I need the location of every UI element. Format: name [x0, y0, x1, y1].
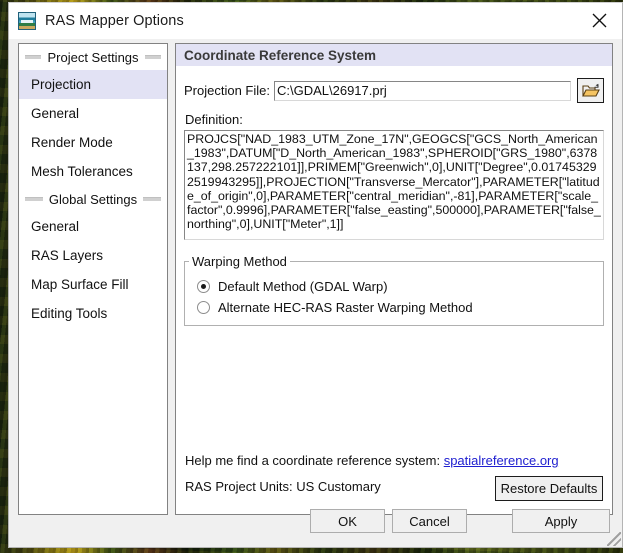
sidebar-item-label: General — [31, 219, 80, 234]
sidebar-item-label: Projection — [31, 77, 92, 92]
rule-right — [143, 197, 162, 201]
window-title: RAS Mapper Options — [45, 13, 184, 29]
definition-text[interactable]: PROJCS["NAD_1983_UTM_Zone_17N",GEOGCS["G… — [184, 130, 604, 240]
restore-defaults-button[interactable]: Restore Defaults — [495, 476, 603, 501]
title-bar: RAS Mapper Options — [9, 3, 622, 39]
sidebar-item-render-mode[interactable]: Render Mode — [19, 128, 167, 157]
sidebar-item-label: Render Mode — [31, 135, 113, 150]
rule-left — [25, 55, 42, 59]
sidebar-item-mesh-tolerances[interactable]: Mesh Tolerances — [19, 157, 167, 186]
rule-left — [25, 197, 43, 201]
sidebar-item-editing-tools[interactable]: Editing Tools — [19, 299, 167, 328]
sidebar-item-label: RAS Layers — [31, 248, 104, 263]
help-row: Help me find a coordinate reference syst… — [185, 453, 559, 468]
settings-nav-list[interactable]: Project Settings Projection General Rend… — [18, 43, 168, 515]
rule-right — [144, 55, 162, 59]
radio-default-method[interactable]: Default Method (GDAL Warp) — [197, 279, 603, 294]
coordinate-reference-system-panel: Coordinate Reference System Projection F… — [175, 43, 613, 515]
ras-mapper-options-dialog: RAS Mapper Options Project Settings Proj… — [8, 2, 623, 548]
panel-title: Coordinate Reference System — [176, 44, 612, 66]
radio-label: Alternate HEC-RAS Raster Warping Method — [218, 300, 473, 315]
radio-indicator[interactable] — [197, 301, 210, 314]
resize-grip[interactable] — [607, 532, 621, 546]
sidebar-item-ras-layers[interactable]: RAS Layers — [19, 241, 167, 270]
dialog-footer: OK Cancel Apply — [9, 501, 622, 547]
sidebar-item-projection[interactable]: Projection — [19, 70, 167, 99]
radio-label: Default Method (GDAL Warp) — [218, 279, 388, 294]
folder-open-icon[interactable] — [577, 78, 604, 103]
projection-file-input[interactable] — [273, 80, 571, 101]
projection-file-row: Projection File: — [184, 78, 604, 103]
sidebar-item-label: Editing Tools — [31, 306, 108, 321]
help-text: Help me find a coordinate reference syst… — [185, 453, 441, 468]
warping-method-legend: Warping Method — [192, 254, 287, 269]
nav-group-project-settings: Project Settings — [19, 44, 167, 70]
close-icon[interactable] — [576, 3, 622, 38]
nav-group-label: Project Settings — [47, 49, 139, 65]
sidebar-item-label: Map Surface Fill — [31, 277, 129, 292]
ras-mapper-icon — [18, 12, 36, 30]
cancel-button[interactable]: Cancel — [392, 509, 467, 533]
projection-file-label: Projection File: — [184, 83, 270, 98]
dialog-content: Project Settings Projection General Rend… — [9, 39, 622, 547]
sidebar-item-general-project[interactable]: General — [19, 99, 167, 128]
warping-method-group: Warping Method Default Method (GDAL Warp… — [184, 254, 604, 326]
sidebar-item-map-surface-fill[interactable]: Map Surface Fill — [19, 270, 167, 299]
sidebar-item-label: General — [31, 106, 80, 121]
radio-alternate-method[interactable]: Alternate HEC-RAS Raster Warping Method — [197, 300, 603, 315]
ok-button[interactable]: OK — [310, 509, 385, 533]
nav-group-label: Global Settings — [48, 191, 138, 207]
nav-group-global-settings: Global Settings — [19, 186, 167, 212]
apply-button[interactable]: Apply — [512, 509, 610, 533]
definition-label: Definition: — [185, 112, 243, 127]
radio-indicator[interactable] — [197, 280, 210, 293]
project-units-text: RAS Project Units: US Customary — [185, 479, 381, 494]
spatialreference-link[interactable]: spatialreference.org — [444, 453, 559, 468]
sidebar-item-general-global[interactable]: General — [19, 212, 167, 241]
sidebar-item-label: Mesh Tolerances — [31, 164, 133, 179]
